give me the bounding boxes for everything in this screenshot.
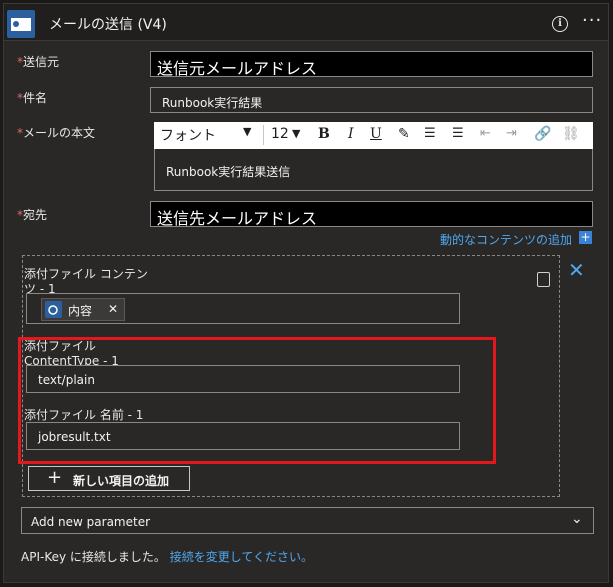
size-dropdown-icon[interactable]: ▼ bbox=[292, 127, 300, 140]
font-color-icon[interactable]: ✎ bbox=[398, 126, 410, 142]
subject-field[interactable]: Runbook実行結果 bbox=[150, 87, 593, 113]
bulleted-list-icon[interactable]: ☰ bbox=[424, 126, 436, 141]
font-select[interactable]: フォント bbox=[160, 125, 216, 145]
highlight-box bbox=[18, 337, 496, 464]
add-dynamic-content-link[interactable]: 動的なコンテンツの追加 bbox=[440, 231, 572, 248]
from-value: 送信元メールアドレス bbox=[157, 59, 318, 78]
bold-icon[interactable]: B bbox=[318, 126, 330, 142]
add-parameter-select[interactable]: Add new parameter ⌄ bbox=[21, 507, 594, 534]
chip-remove-icon[interactable]: ✕ bbox=[108, 302, 118, 316]
outlook-app-icon bbox=[7, 10, 35, 38]
font-dropdown-icon[interactable]: ▼ bbox=[243, 125, 251, 138]
underline-icon[interactable]: U bbox=[370, 126, 382, 142]
chevron-down-icon: ⌄ bbox=[571, 511, 583, 527]
subject-label: *件名 bbox=[17, 91, 48, 105]
chip-label: 内容 bbox=[68, 304, 93, 318]
numbered-list-icon[interactable]: ☰ bbox=[452, 126, 464, 141]
plus-icon: + bbox=[47, 467, 63, 488]
add-new-item-button[interactable]: + 新しい項目の追加 bbox=[28, 466, 190, 491]
size-select[interactable]: 12 bbox=[271, 126, 289, 142]
body-value: Runbook実行結果送信 bbox=[166, 165, 291, 179]
link-icon[interactable]: 🔗 bbox=[534, 126, 551, 142]
italic-icon[interactable]: I bbox=[348, 126, 354, 142]
action-title: メールの送信 (V4) bbox=[49, 17, 167, 33]
unlink-icon[interactable]: ⛓ bbox=[562, 126, 580, 142]
outlook-chip-icon bbox=[45, 301, 62, 318]
add-dynamic-content-icon[interactable]: + bbox=[579, 231, 592, 244]
to-value: 送信先メールアドレス bbox=[157, 209, 318, 228]
connection-status: API-Key に接続しました。 bbox=[21, 550, 166, 564]
send-email-action-card: メールの送信 (V4) i ··· *送信元 送信元メールアドレス *件名 Ru… bbox=[3, 3, 609, 583]
info-icon[interactable]: i bbox=[552, 16, 568, 32]
body-editor[interactable]: Runbook実行結果送信 bbox=[154, 149, 593, 191]
increase-indent-icon[interactable]: ⇥ bbox=[506, 126, 517, 141]
to-field[interactable]: 送信先メールアドレス bbox=[150, 201, 593, 228]
copy-icon[interactable] bbox=[537, 272, 550, 287]
from-field[interactable]: 送信元メールアドレス bbox=[150, 51, 593, 78]
change-connection-link[interactable]: 接続を変更してください。 bbox=[170, 550, 313, 564]
add-item-label: 新しい項目の追加 bbox=[73, 474, 170, 488]
from-label: *送信元 bbox=[17, 55, 60, 69]
subject-value: Runbook実行結果 bbox=[162, 96, 263, 110]
card-header[interactable]: メールの送信 (V4) i ··· bbox=[4, 4, 608, 41]
add-parameter-label: Add new parameter bbox=[31, 515, 151, 529]
dynamic-content-chip[interactable]: 内容 ✕ bbox=[41, 298, 125, 321]
rich-text-toolbar: フォント ▼ 12 ▼ B I U ✎ ☰ ☰ ⇤ ⇥ 🔗 ⛓ bbox=[154, 122, 593, 149]
to-label: *宛先 bbox=[17, 208, 48, 222]
decrease-indent-icon[interactable]: ⇤ bbox=[480, 126, 491, 141]
remove-attachment-icon[interactable]: ✕ bbox=[568, 258, 585, 282]
more-options-icon[interactable]: ··· bbox=[582, 10, 602, 31]
body-label: *メールの本文 bbox=[17, 126, 96, 140]
connection-footer: API-Key に接続しました。 接続を変更してください。 bbox=[21, 548, 313, 565]
